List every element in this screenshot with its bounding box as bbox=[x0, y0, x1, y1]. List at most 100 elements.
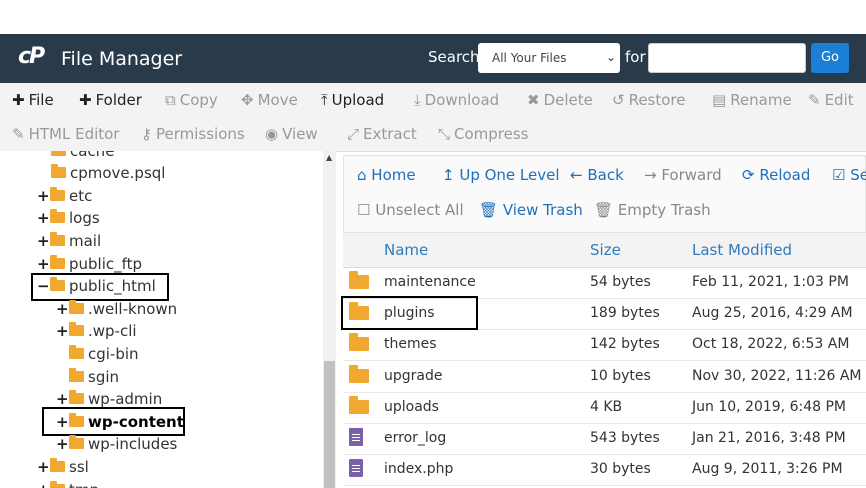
column-header-size[interactable]: Size bbox=[590, 241, 621, 259]
extract-button[interactable]: ⤢ Extract bbox=[347, 125, 417, 143]
folder-icon bbox=[50, 209, 65, 223]
expand-icon[interactable]: + bbox=[56, 300, 69, 318]
folder-icon bbox=[349, 271, 369, 289]
copy-button[interactable]: ⧉ Copy bbox=[165, 91, 218, 109]
expand-icon[interactable]: + bbox=[37, 458, 50, 476]
folder-icon bbox=[50, 255, 65, 269]
highlight-box-wp-content bbox=[42, 407, 185, 436]
expand-icon[interactable]: + bbox=[56, 322, 69, 340]
scroll-up-arrow-icon[interactable]: ▲ bbox=[326, 153, 332, 162]
search-scope-select[interactable]: All Your Files ⌄ bbox=[478, 43, 620, 73]
search-scope-value: All Your Files bbox=[492, 51, 567, 65]
tree-item-etc[interactable]: + etc bbox=[37, 187, 92, 209]
arrow-left-icon: ← bbox=[570, 166, 588, 184]
file-size: 543 bytes bbox=[590, 430, 660, 446]
file-size: 54 bytes bbox=[590, 274, 651, 290]
chevron-down-icon: ⌄ bbox=[605, 50, 616, 64]
tree-item-well-known[interactable]: + .well-known bbox=[56, 300, 177, 322]
select-all-link[interactable]: ☑ Se bbox=[832, 166, 866, 184]
tree-scrollbar[interactable]: ▲ bbox=[323, 151, 336, 488]
folder-icon bbox=[50, 187, 65, 201]
plus-icon: ✚ bbox=[79, 91, 92, 109]
tree-item-ssl[interactable]: + ssl bbox=[37, 458, 89, 480]
reload-link[interactable]: ⟳ Reload bbox=[742, 166, 810, 184]
copy-icon: ⧉ bbox=[165, 91, 176, 109]
key-icon: ⚷ bbox=[141, 125, 152, 143]
view-trash-link[interactable]: 🗑 View Trash bbox=[479, 201, 583, 219]
file-list-panel: ⌂ Home ↥ Up One Level ← Back → Forward ⟳… bbox=[341, 151, 866, 488]
table-header: Name Size Last Modified bbox=[343, 233, 866, 268]
table-row[interactable]: themes 142 bytes Oct 18, 2022, 6:53 AM bbox=[343, 329, 866, 361]
tree-item-cpmove-psql[interactable]: cpmove.psql bbox=[50, 164, 165, 186]
move-button[interactable]: ✥ Move bbox=[241, 91, 298, 109]
up-one-level-link[interactable]: ↥ Up One Level bbox=[442, 166, 560, 184]
expand-icon[interactable]: + bbox=[37, 209, 50, 227]
tree-item-cgi-bin[interactable]: cgi-bin bbox=[68, 345, 139, 367]
file-name: themes bbox=[384, 336, 437, 352]
expand-icon[interactable]: + bbox=[37, 255, 50, 273]
column-header-name[interactable]: Name bbox=[384, 241, 428, 259]
cpanel-logo[interactable]: cP bbox=[18, 44, 45, 69]
tree-item-sgin[interactable]: sgin bbox=[68, 368, 119, 390]
edit-button[interactable]: ✎ Edit bbox=[808, 91, 854, 109]
tree-item-cache[interactable]: cache bbox=[50, 151, 114, 164]
file-size: 10 bytes bbox=[590, 368, 651, 384]
rename-button[interactable]: ▤ Rename bbox=[712, 91, 792, 109]
table-row[interactable]: upgrade 10 bytes Nov 30, 2022, 11:26 AM bbox=[343, 361, 866, 393]
arrow-right-icon: → bbox=[644, 166, 662, 184]
table-row[interactable]: error_log 543 bytes Jan 21, 2016, 3:48 P… bbox=[343, 423, 866, 455]
move-icon: ✥ bbox=[241, 91, 254, 109]
table-row[interactable]: index.php 30 bytes Aug 9, 2011, 3:26 PM bbox=[343, 454, 866, 486]
html-editor-button[interactable]: ✎ HTML Editor bbox=[12, 125, 119, 143]
delete-button[interactable]: ✖ Delete bbox=[527, 91, 593, 109]
empty-trash-link[interactable]: 🗑 Empty Trash bbox=[594, 201, 711, 219]
restore-icon: ↺ bbox=[612, 91, 625, 109]
folder-icon bbox=[51, 164, 66, 178]
html-editor-icon: ✎ bbox=[12, 125, 25, 143]
folder-icon bbox=[69, 435, 84, 449]
restore-button[interactable]: ↺ Restore bbox=[612, 91, 686, 109]
column-header-last-modified[interactable]: Last Modified bbox=[692, 241, 792, 259]
table-row[interactable]: uploads 4 KB Jun 10, 2019, 6:48 PM bbox=[343, 392, 866, 424]
navigation-bar: ⌂ Home ↥ Up One Level ← Back → Forward ⟳… bbox=[343, 155, 866, 233]
highlight-box-public-html bbox=[31, 273, 169, 301]
folder-icon bbox=[50, 232, 65, 246]
level-up-icon: ↥ bbox=[442, 166, 460, 184]
go-button[interactable]: Go bbox=[811, 43, 849, 73]
tree-item-wp-cli[interactable]: + .wp-cli bbox=[56, 322, 137, 344]
search-label: Search bbox=[428, 48, 480, 66]
upload-button[interactable]: ⤒ Upload bbox=[321, 91, 384, 109]
tree-item-mail[interactable]: + mail bbox=[37, 232, 101, 254]
permissions-button[interactable]: ⚷ Permissions bbox=[141, 125, 245, 143]
tree-item-logs[interactable]: + logs bbox=[37, 209, 100, 231]
download-button[interactable]: ⤓ Download bbox=[414, 91, 499, 109]
search-input[interactable] bbox=[648, 43, 806, 73]
forward-link[interactable]: → Forward bbox=[644, 166, 722, 184]
table-row[interactable]: maintenance 54 bytes Feb 11, 2021, 1:03 … bbox=[343, 267, 866, 299]
expand-icon[interactable]: + bbox=[37, 481, 50, 488]
view-button[interactable]: ◉ View bbox=[265, 125, 318, 143]
expand-icon[interactable]: + bbox=[56, 390, 69, 408]
edit-icon: ✎ bbox=[808, 91, 821, 109]
file-modified: Aug 25, 2016, 4:29 AM bbox=[692, 305, 853, 321]
tree-item-tmp[interactable]: +tmp bbox=[37, 481, 99, 488]
folder-icon bbox=[51, 151, 66, 156]
expand-icon[interactable]: + bbox=[56, 435, 69, 453]
compress-button[interactable]: ⤡ Compress bbox=[438, 125, 529, 143]
top-blank-strip bbox=[0, 0, 866, 34]
extract-icon: ⤢ bbox=[347, 125, 360, 143]
file-name: error_log bbox=[384, 430, 447, 446]
new-folder-button[interactable]: ✚ Folder bbox=[79, 91, 142, 109]
new-file-button[interactable]: ✚ File bbox=[12, 91, 54, 109]
home-link[interactable]: ⌂ Home bbox=[357, 166, 416, 184]
tree-item-wp-includes[interactable]: + wp-includes bbox=[56, 435, 177, 457]
back-link[interactable]: ← Back bbox=[570, 166, 624, 184]
download-icon: ⤓ bbox=[414, 91, 421, 109]
reload-icon: ⟳ bbox=[742, 166, 760, 184]
compress-icon: ⤡ bbox=[438, 125, 451, 143]
unselect-all-link[interactable]: ☐ Unselect All bbox=[357, 201, 464, 219]
file-modified: Jun 10, 2019, 6:48 PM bbox=[692, 399, 846, 415]
expand-icon[interactable]: + bbox=[37, 187, 50, 205]
scrollbar-thumb[interactable] bbox=[324, 361, 335, 488]
expand-icon[interactable]: + bbox=[37, 232, 50, 250]
